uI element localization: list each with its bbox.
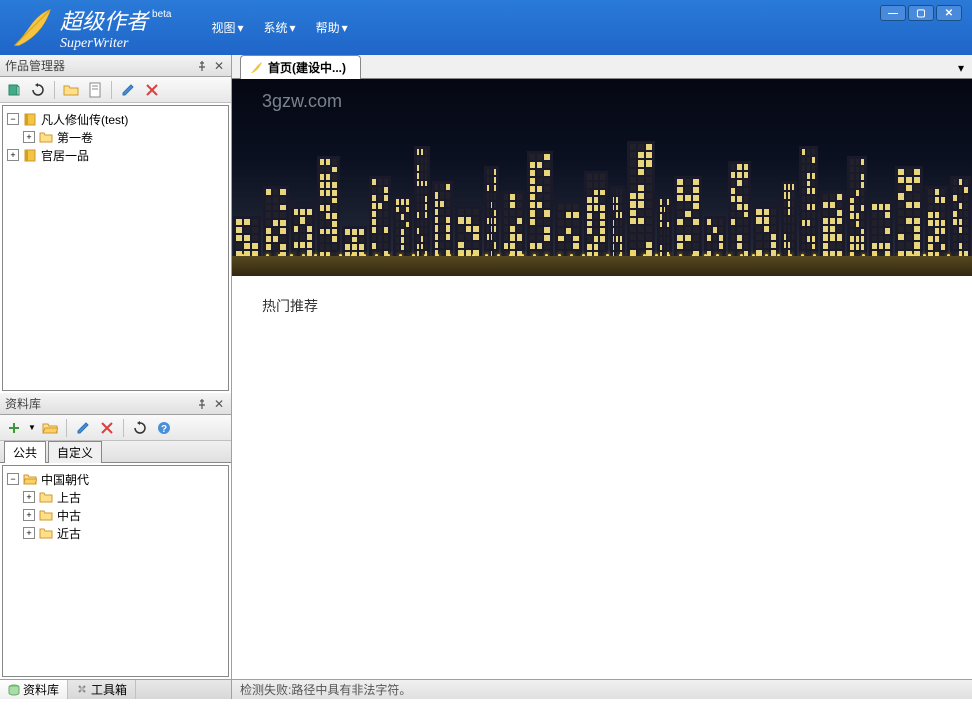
dropdown-arrow-icon[interactable]: ▼	[28, 423, 36, 432]
close-button[interactable]: ✕	[936, 5, 962, 21]
add-button[interactable]	[4, 418, 24, 438]
menu-view[interactable]: 视图▾	[211, 19, 243, 36]
tree-node-folder[interactable]: + 中古	[7, 506, 224, 524]
menu-system[interactable]: 系统▾	[264, 19, 296, 36]
app-name-cn: 超级作者	[60, 4, 148, 36]
tree-node-book[interactable]: + 官居一品	[7, 146, 224, 164]
tab-public[interactable]: 公共	[4, 441, 46, 463]
maximize-button[interactable]: ▢	[908, 5, 934, 21]
tree-node-book[interactable]: − 凡人修仙传(test)	[7, 110, 224, 128]
feather-icon	[249, 61, 263, 75]
tree-label: 中古	[57, 507, 81, 524]
tab-custom[interactable]: 自定义	[48, 441, 102, 463]
tab-dropdown-icon[interactable]: ▾	[958, 61, 964, 75]
edit-button[interactable]	[73, 418, 93, 438]
works-panel: 作品管理器 ✕ − 凡人修仙	[0, 55, 231, 393]
close-icon[interactable]: ✕	[212, 397, 226, 411]
feather-icon	[10, 5, 55, 50]
expander-icon[interactable]: +	[23, 491, 35, 503]
status-bar: 检测失败:路径中具有非法字符。	[232, 679, 972, 699]
tree-label: 官居一品	[41, 147, 89, 164]
works-tree: − 凡人修仙传(test) + 第一卷 + 官居一品	[2, 105, 229, 391]
expander-icon[interactable]: +	[23, 527, 35, 539]
database-icon	[8, 684, 20, 696]
resource-toolbar: ▼ ?	[0, 415, 231, 441]
menu-bar: 视图▾ 系统▾ 帮助▾	[211, 19, 347, 36]
app-name-en: SuperWriter	[60, 36, 148, 52]
resource-panel-title: 资料库	[5, 395, 41, 412]
works-panel-title: 作品管理器	[5, 57, 65, 74]
refresh-button[interactable]	[28, 80, 48, 100]
title-bar: 超级作者 SuperWriter beta 视图▾ 系统▾ 帮助▾ — ▢ ✕	[0, 0, 972, 55]
book-icon	[22, 111, 38, 127]
resource-tree: − 中国朝代 + 上古 + 中古 + 近古	[2, 465, 229, 677]
chevron-down-icon: ▾	[290, 21, 296, 35]
bottom-tab-toolbox[interactable]: 工具箱	[68, 680, 136, 699]
bottom-tabs: 资料库 工具箱	[0, 679, 231, 699]
tree-node-folder[interactable]: + 上古	[7, 488, 224, 506]
works-panel-header: 作品管理器 ✕	[0, 55, 231, 77]
content-tabs: 首页(建设中...) ▾	[232, 55, 972, 79]
refresh-button[interactable]	[130, 418, 150, 438]
svg-text:?: ?	[161, 424, 167, 435]
tree-node-folder[interactable]: + 第一卷	[7, 128, 224, 146]
delete-button[interactable]	[142, 80, 162, 100]
resource-panel: 资料库 ✕ ▼ ? 公共 自定义	[0, 393, 231, 679]
open-folder-button[interactable]	[40, 418, 60, 438]
beta-label: beta	[152, 9, 171, 20]
resource-panel-header: 资料库 ✕	[0, 393, 231, 415]
toolbox-icon	[76, 684, 88, 696]
pin-icon[interactable]	[195, 397, 209, 411]
tree-label: 近古	[57, 525, 81, 542]
delete-button[interactable]	[97, 418, 117, 438]
resource-tabs: 公共 自定义	[0, 441, 231, 463]
new-doc-button[interactable]	[85, 80, 105, 100]
edit-button[interactable]	[118, 80, 138, 100]
left-sidebar: 作品管理器 ✕ − 凡人修仙	[0, 55, 232, 699]
new-folder-button[interactable]	[61, 80, 81, 100]
expander-icon[interactable]: +	[23, 509, 35, 521]
folder-icon	[38, 489, 54, 505]
folder-icon	[38, 525, 54, 541]
works-toolbar	[0, 77, 231, 103]
folder-icon	[38, 129, 54, 145]
chevron-down-icon: ▾	[238, 21, 244, 35]
expander-icon[interactable]: −	[7, 113, 19, 125]
tab-home[interactable]: 首页(建设中...)	[240, 55, 361, 79]
expander-icon[interactable]: −	[7, 473, 19, 485]
tree-label: 中国朝代	[41, 471, 89, 488]
close-icon[interactable]: ✕	[212, 59, 226, 73]
status-message: 检测失败:路径中具有非法字符。	[240, 681, 411, 698]
bottom-tab-resource[interactable]: 资料库	[0, 680, 68, 699]
minimize-button[interactable]: —	[880, 5, 906, 21]
help-button[interactable]: ?	[154, 418, 174, 438]
tree-label: 第一卷	[57, 129, 93, 146]
expander-icon[interactable]: +	[7, 149, 19, 161]
tree-label: 上古	[57, 489, 81, 506]
tree-node-folder[interactable]: − 中国朝代	[7, 470, 224, 488]
window-controls: — ▢ ✕	[880, 5, 962, 21]
watermark-text: 3gzw.com	[262, 91, 342, 112]
logo-area: 超级作者 SuperWriter beta	[10, 4, 171, 52]
expander-icon[interactable]: +	[23, 131, 35, 143]
folder-open-icon	[22, 471, 38, 487]
menu-help[interactable]: 帮助▾	[316, 19, 348, 36]
content-body: 3gzw.com 热门推荐	[232, 79, 972, 679]
new-book-button[interactable]	[4, 80, 24, 100]
content-area: 首页(建设中...) ▾ 3gzw.com 热门推荐 检测失败:路径中具有非法字…	[232, 55, 972, 699]
section-title: 热门推荐	[262, 296, 942, 316]
chevron-down-icon: ▾	[342, 21, 348, 35]
banner-image: 3gzw.com	[232, 79, 972, 276]
folder-icon	[38, 507, 54, 523]
tree-label: 凡人修仙传(test)	[41, 111, 128, 128]
tab-label: 首页(建设中...)	[268, 59, 346, 76]
pin-icon[interactable]	[195, 59, 209, 73]
book-icon	[22, 147, 38, 163]
tree-node-folder[interactable]: + 近古	[7, 524, 224, 542]
